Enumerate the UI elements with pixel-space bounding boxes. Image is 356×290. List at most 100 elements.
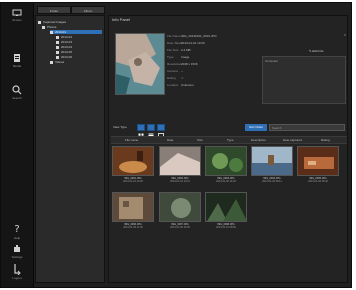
tab-folder[interactable]: Folder — [37, 6, 71, 14]
meta-value: Unknown — [181, 83, 194, 87]
sort-order-button[interactable]: Sort Order — [245, 124, 267, 131]
rail-label: Help — [13, 236, 21, 240]
logout-button[interactable]: Logout — [2, 263, 32, 280]
comment-box[interactable]: Comment — [262, 56, 346, 104]
detail-view-button[interactable] — [157, 124, 165, 138]
folder-icon — [56, 50, 59, 54]
thumbnail-date: 2013-01-01 10:20 — [123, 180, 143, 183]
left-rail: Screen Media Search ? Help Settings Logo… — [1, 3, 34, 287]
meta-row: Rating ☆ — [167, 76, 184, 80]
tree-node[interactable]: Captured Images — [38, 20, 102, 24]
rail-label: Search — [12, 96, 22, 100]
monitor-icon — [12, 9, 22, 16]
tree-node-label: 2013-01 — [55, 30, 67, 34]
thumbnail-image — [205, 192, 247, 222]
meta-row: File NameIMG_20130101_0001.JPG — [167, 34, 217, 38]
tree-node-label: 2013-03 — [61, 40, 73, 44]
folder-icon — [42, 25, 45, 29]
media-button[interactable]: Media — [2, 53, 32, 68]
thumbnail-image — [297, 146, 339, 176]
view-toolbar: View Type Sort Order Search — [111, 123, 347, 138]
meta-value: -- — [181, 69, 183, 73]
thumbnail-image — [159, 146, 201, 176]
meta-row: Type Image — [167, 55, 189, 59]
tree-node[interactable]: Videos — [50, 60, 102, 64]
column-header: File name Date Size Type Description Dat… — [111, 136, 347, 144]
tree-node-label: 2013-02 — [61, 35, 73, 39]
folder-icon — [56, 55, 59, 59]
tab-album[interactable]: Album — [71, 6, 105, 14]
preview-image — [115, 33, 165, 95]
tree-node-label: Captured Images — [43, 20, 67, 24]
thumbnail-date: 2013-01-02 14:03 — [216, 180, 236, 183]
panel-title: Info Panel — [112, 17, 131, 22]
main-panel: Info Panel × File NameIMG_20130101_0001.… — [108, 15, 348, 283]
meta-row: Date Taken2013-01-01 10:20 — [167, 41, 205, 45]
col-date[interactable]: Date — [167, 137, 173, 143]
settings-button[interactable]: Settings — [2, 244, 32, 259]
meta-key: Type — [167, 55, 174, 59]
thumbnail[interactable]: IMG_0001.JPG 2013-01-01 10:20 — [112, 146, 154, 183]
meta-value: 2048 x 1536 — [181, 62, 198, 66]
tree-node[interactable]: 2013-05 — [56, 50, 102, 54]
meta-value: Image — [181, 55, 190, 59]
meta-key: Location — [167, 83, 179, 87]
folder-icon — [56, 35, 59, 39]
thumbnail[interactable]: IMG_0007.JPG 2013-01-06 16:05 — [159, 192, 201, 229]
meta-key: File Name — [167, 34, 181, 38]
meta-value: 2013-01-01 10:20 — [181, 41, 205, 45]
col-rating[interactable]: Rating — [321, 137, 330, 143]
thumbnail-date: 2013-01-04 18:42 — [308, 180, 328, 183]
help-button[interactable]: ? Help — [2, 223, 32, 240]
tree-node-label: 2013-04 — [61, 45, 73, 49]
meta-row: Location Unknown — [167, 83, 194, 87]
edit-info-button[interactable]: ✎ Edit Info — [309, 48, 333, 54]
thumbnail[interactable]: IMG_0004.JPG 2013-01-03 09:11 — [251, 146, 293, 183]
thumbnail-date: 2013-01-01 10:21 — [170, 180, 190, 183]
thumbnail-image — [159, 192, 201, 222]
svg-text:?: ? — [14, 224, 19, 235]
tree-node-selected[interactable]: 2013-01 — [50, 30, 102, 34]
col-date-captured[interactable]: Date captured — [283, 137, 302, 143]
meta-key: Camera — [167, 69, 178, 73]
meta-key: File Size — [167, 48, 179, 52]
grid-view-button[interactable] — [137, 124, 145, 138]
rail-label: Media — [12, 64, 22, 68]
tree-node-label: 2013-05 — [61, 50, 73, 54]
tree-node[interactable]: 2013-06 — [56, 55, 102, 59]
edit-info-label: Edit Info — [312, 49, 324, 53]
thumbnail[interactable]: IMG_0008.JPG 2013-01-07 08:50 — [205, 192, 247, 229]
rail-label: Settings — [11, 255, 23, 259]
tree-node[interactable]: 2013-02 — [56, 35, 102, 39]
settings-icon — [14, 245, 20, 252]
rail-label: Screen — [12, 18, 22, 22]
folder-tree: Captured Images Photos 2013-01 2013-02 2… — [35, 15, 105, 283]
thumbnail-image — [251, 146, 293, 176]
tree-node[interactable]: 2013-03 — [56, 40, 102, 44]
thumbnail-image — [205, 146, 247, 176]
folder-icon — [50, 30, 53, 34]
col-description[interactable]: Description — [251, 137, 266, 143]
thumbnail-date: 2013-01-05 11:30 — [123, 226, 143, 229]
tree-node[interactable]: 2013-04 — [56, 45, 102, 49]
thumbnail-date: 2013-01-03 09:11 — [262, 180, 282, 183]
col-file-name[interactable]: File name — [125, 137, 138, 143]
close-button[interactable]: × — [343, 33, 347, 37]
search-button[interactable]: Search — [2, 85, 32, 100]
screen-button[interactable]: Screen — [2, 9, 32, 22]
list-view-button[interactable] — [147, 124, 155, 138]
tree-node[interactable]: Photos — [42, 25, 102, 29]
thumbnail[interactable]: IMG_0005.JPG 2013-01-04 18:42 — [297, 146, 339, 183]
thumbnail[interactable]: IMG_0002.JPG 2013-01-01 10:21 — [159, 146, 201, 183]
search-input[interactable]: Search — [269, 124, 345, 131]
meta-row: Camera -- — [167, 69, 183, 73]
thumbnail-date: 2013-01-07 08:50 — [216, 226, 236, 229]
view-type-label: View Type — [113, 125, 127, 129]
meta-row: File Size 2.4 MB — [167, 48, 191, 52]
thumbnail[interactable]: IMG_0003.JPG 2013-01-02 14:03 — [205, 146, 247, 183]
col-type[interactable]: Type — [227, 137, 234, 143]
col-size[interactable]: Size — [197, 137, 203, 143]
thumbnail[interactable]: IMG_0006.JPG 2013-01-05 11:30 — [112, 192, 154, 229]
meta-value: ☆ — [181, 76, 184, 80]
folder-icon — [56, 40, 59, 44]
